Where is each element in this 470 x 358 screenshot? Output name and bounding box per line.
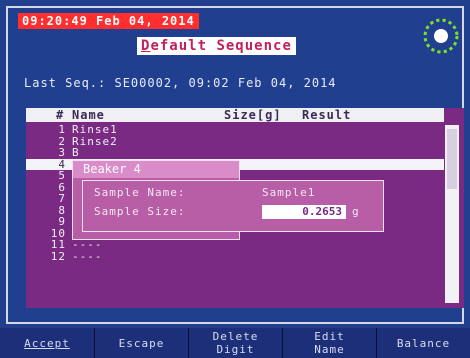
sample-size-unit: g xyxy=(352,205,359,218)
edit-name-button[interactable]: Edit Name xyxy=(282,328,376,358)
row-name: ---- xyxy=(72,249,103,263)
scrollbar-thumb[interactable] xyxy=(447,129,457,189)
table-row[interactable]: 11 ---- xyxy=(26,239,444,251)
timestamp: 09:20:49 Feb 04, 2014 xyxy=(18,13,199,29)
table-scrollbar[interactable] xyxy=(445,125,459,303)
row-name: B xyxy=(72,146,80,159)
header-size: Size[g] xyxy=(224,108,282,122)
escape-button[interactable]: Escape xyxy=(94,328,188,358)
last-sequence-info: Last Seq.: SE00002, 09:02 Feb 04, 2014 xyxy=(24,76,337,90)
balance-button[interactable]: Balance xyxy=(376,328,470,358)
table-row[interactable]: 1 Rinse1 xyxy=(26,124,444,136)
table-row[interactable]: 2 Rinse2 xyxy=(26,135,444,148)
table-header: # Name Size[g] Result xyxy=(26,108,444,122)
sample-name-value[interactable]: Sample1 xyxy=(262,186,315,200)
header-result: Result xyxy=(302,108,352,122)
sample-name-label: Sample Name: xyxy=(94,186,186,199)
row-name: ---- xyxy=(72,238,103,251)
row-number: 9 xyxy=(58,215,66,228)
header-name: Name xyxy=(72,108,105,122)
sequence-title-rest: efault Sequence xyxy=(150,38,292,54)
table-row[interactable]: 3B xyxy=(26,147,444,159)
sample-size-input[interactable]: 0.2653 xyxy=(262,205,346,219)
row-number: 1 xyxy=(58,123,66,136)
row-number: 11 xyxy=(50,238,66,251)
row-number: 12 xyxy=(50,249,66,263)
row-name: Rinse1 xyxy=(72,123,118,136)
header-number: # xyxy=(56,108,65,122)
row-number: 3 xyxy=(58,146,66,159)
sequence-title: Default Sequence xyxy=(137,37,296,55)
softkey-bar: Accept Escape Delete Digit Edit Name Bal… xyxy=(0,328,470,358)
row-number: 5 xyxy=(58,169,66,182)
sun-icon xyxy=(423,18,459,54)
dialog-title: Beaker 4 xyxy=(73,161,239,178)
accept-button[interactable]: Accept xyxy=(0,328,94,358)
delete-digit-button[interactable]: Delete Digit xyxy=(188,328,282,358)
instrument-screen: 09:20:49 Feb 04, 2014 Default Sequence L… xyxy=(0,0,470,328)
table-row[interactable]: 12 ---- xyxy=(26,249,444,263)
sample-size-label: Sample Size: xyxy=(94,205,186,218)
row-number: 7 xyxy=(58,192,66,205)
